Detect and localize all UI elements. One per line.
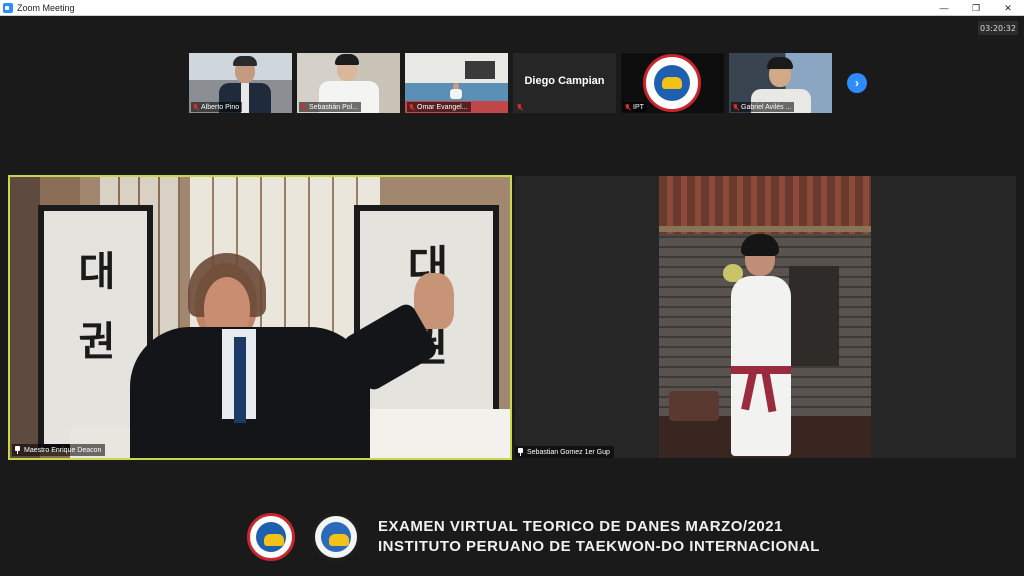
- title-bar: Zoom Meeting — ❐ ✕: [0, 0, 1024, 16]
- window-controls: — ❐ ✕: [928, 0, 1024, 16]
- participant-thumbnail[interactable]: Omar Evangel...: [405, 53, 508, 113]
- footer-title-line1: EXAMEN VIRTUAL TEORICO DE DANES MARZO/20…: [378, 518, 783, 535]
- mic-muted-icon: [192, 103, 199, 111]
- participant-name-label: IPT: [623, 102, 647, 112]
- participant-thumbnail[interactable]: Alberto Pino: [189, 53, 292, 113]
- speaker-name-label: Maestro Enrique Deacon: [12, 444, 106, 456]
- mic-muted-icon: [516, 103, 523, 111]
- itf-logo-icon: [312, 513, 360, 561]
- ipt-logo-icon: [247, 513, 295, 561]
- mic-muted-icon: [624, 103, 631, 111]
- minimize-button[interactable]: —: [928, 0, 960, 16]
- participant-name-label: Gabriel Avilés ...: [731, 102, 795, 112]
- window-title: Zoom Meeting: [17, 2, 75, 13]
- zoom-app-icon: [3, 2, 13, 13]
- close-button[interactable]: ✕: [992, 0, 1024, 16]
- mic-muted-icon: [732, 103, 739, 111]
- participant-video: [659, 176, 871, 458]
- footer-title-line2: INSTITUTO PERUANO DE TAEKWON-DO INTERNAC…: [378, 538, 820, 555]
- active-speaker-video[interactable]: 대권 대권 Maestro Enrique Deacon: [8, 175, 512, 460]
- participant-thumbnail[interactable]: Gabriel Avilés ...: [729, 53, 832, 113]
- participant-name-label: [515, 102, 528, 112]
- calligraphy-left: 대권: [78, 248, 116, 365]
- next-page-button[interactable]: ›: [847, 73, 867, 93]
- mic-muted-icon: [408, 103, 415, 111]
- pin-icon: [14, 446, 21, 454]
- participant-thumbnail[interactable]: Sebastián Pol...: [297, 53, 400, 113]
- pin-icon: [517, 448, 524, 456]
- participant-name-label: Sebastián Pol...: [299, 102, 362, 112]
- mic-muted-icon: [300, 103, 307, 111]
- zoom-meeting-window: Zoom Meeting — ❐ ✕ 03:20:32 Alberto Pino: [0, 0, 1024, 576]
- participant-thumbnail[interactable]: Diego Campian: [513, 53, 616, 113]
- chevron-right-icon: ›: [855, 76, 859, 90]
- participant-display-name: Diego Campian: [524, 75, 605, 87]
- ipt-logo-icon: [643, 54, 701, 112]
- restore-button[interactable]: ❐: [960, 0, 992, 16]
- participant-name-label: Sebastian Gomez 1er Gup: [515, 446, 614, 458]
- participant-thumbnail[interactable]: IPT: [621, 53, 724, 113]
- participant-name-label: Alberto Pino: [191, 102, 243, 112]
- participant-name-label: Omar Evangel...: [407, 102, 471, 112]
- meeting-timer: 03:20:32: [978, 21, 1018, 35]
